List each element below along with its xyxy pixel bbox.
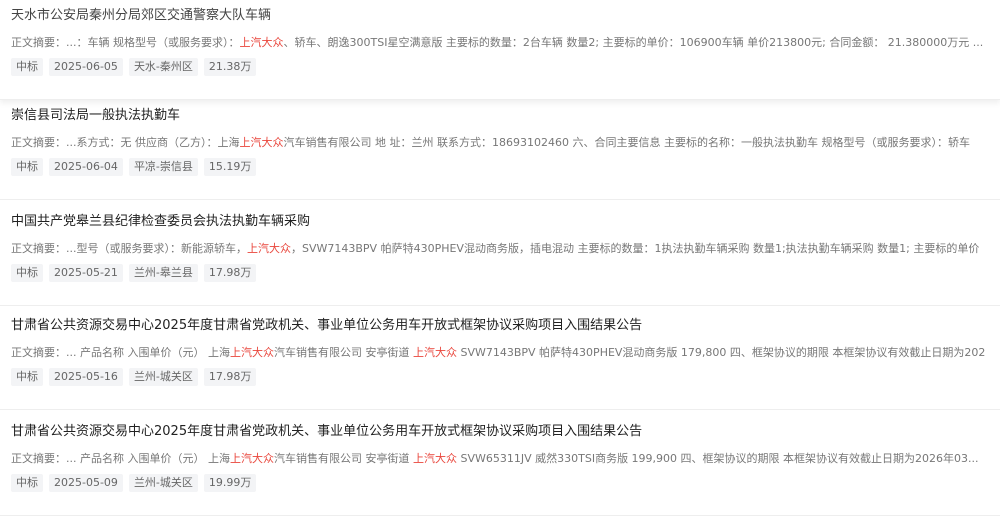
- summary-text: 汽车销售有限公司 地 址：兰州 联系方式：18693102460 六、合同主要信…: [283, 136, 970, 149]
- summary-highlight: 上汽大众: [412, 346, 457, 359]
- item-title-link[interactable]: 甘肃省公共资源交易中心2025年度甘肃省党政机关、事业单位公务用车开放式框架协议…: [11, 317, 642, 335]
- summary-text: SVW65311JV 威然330TSI商务版 199,900 四、框架协议的期限…: [456, 452, 979, 465]
- summary-highlight: 上汽大众: [239, 136, 284, 149]
- list-item[interactable]: 甘肃省公共资源交易中心2025年度甘肃省党政机关、事业单位公务用车开放式框架协议…: [0, 416, 1000, 516]
- item-title-link[interactable]: 天水市公安局秦州分局郊区交通警察大队车辆: [11, 7, 271, 25]
- item-tags: 中标 2025-06-04 平凉-崇信县 15.19万: [11, 157, 262, 177]
- region-tag: 兰州-皋兰县: [128, 264, 198, 282]
- result-list: 天水市公安局秦州分局郊区交通警察大队车辆 正文摘要：...：车辆 规格型号（或服务…: [0, 0, 1000, 526]
- amount-tag: 15.19万: [203, 158, 257, 176]
- amount-tag: 19.99万: [203, 474, 257, 492]
- status-tag: 中标: [11, 264, 43, 282]
- date-tag: 2025-06-04: [49, 158, 123, 176]
- summary-text: ...型号（或服务要求）：新能源轿车，: [66, 242, 247, 255]
- amount-tag: 17.98万: [203, 368, 257, 386]
- date-tag: 2025-05-21: [49, 264, 123, 282]
- summary-prefix: 正文摘要：: [11, 36, 66, 49]
- summary-highlight: 上汽大众: [239, 36, 284, 49]
- item-tags: 中标 2025-05-21 兰州-皋兰县 17.98万: [11, 263, 262, 283]
- summary-text: ...：车辆 规格型号（或服务要求）：: [66, 36, 240, 49]
- region-tag: 天水-秦州区: [128, 58, 198, 76]
- item-tags: 中标 2025-05-09 兰州-城关区 19.99万: [11, 473, 262, 493]
- item-title-link[interactable]: 甘肃省公共资源交易中心2025年度甘肃省党政机关、事业单位公务用车开放式框架协议…: [11, 423, 642, 441]
- date-tag: 2025-05-09: [49, 474, 123, 492]
- summary-prefix: 正文摘要：: [11, 242, 66, 255]
- list-item[interactable]: 中国共产党皋兰县纪律检查委员会执法执勤车辆采购正文摘要：...型号（或服务要求）…: [0, 206, 1000, 306]
- summary-text: ... 产品名称 入围单价（元） 上海: [66, 452, 230, 465]
- item-summary: 正文摘要：...系方式：无 供应商（乙方）：上海上汽大众汽车销售有限公司 地 址…: [11, 135, 999, 151]
- summary-text: 、轿车、朗逸300TSI星空满意版 主要标的数量：2台车辆 数量2; 主要标的单…: [283, 36, 984, 49]
- summary-prefix: 正文摘要：: [11, 136, 66, 149]
- item-tags: 中标 2025-06-05 天水-秦州区 21.38万: [11, 57, 262, 77]
- date-tag: 2025-05-16: [49, 368, 123, 386]
- amount-tag: 17.98万: [203, 264, 257, 282]
- amount-tag: 21.38万: [203, 58, 257, 76]
- summary-text: ... 产品名称 入围单价（元） 上海: [66, 346, 230, 359]
- summary-highlight: 上汽大众: [412, 452, 457, 465]
- item-tags: 中标 2025-05-16 兰州-城关区 17.98万: [11, 367, 262, 387]
- summary-prefix: 正文摘要：: [11, 452, 66, 465]
- summary-highlight: 上汽大众: [247, 242, 291, 255]
- status-tag: 中标: [11, 58, 43, 76]
- item-summary: 正文摘要：... 产品名称 入围单价（元） 上海上汽大众汽车销售有限公司 安亭街…: [11, 345, 999, 361]
- summary-text: 汽车销售有限公司 安亭街道: [273, 346, 413, 359]
- summary-text: ...系方式：无 供应商（乙方）：上海: [66, 136, 240, 149]
- list-item[interactable]: 甘肃省公共资源交易中心2025年度甘肃省党政机关、事业单位公务用车开放式框架协议…: [0, 310, 1000, 410]
- item-title-link[interactable]: 崇信县司法局一般执法执勤车: [11, 107, 180, 125]
- summary-prefix: 正文摘要：: [11, 346, 66, 359]
- status-tag: 中标: [11, 474, 43, 492]
- region-tag: 兰州-城关区: [128, 368, 198, 386]
- summary-highlight: 上汽大众: [229, 346, 274, 359]
- summary-text: 汽车销售有限公司 安亭街道: [273, 452, 413, 465]
- item-title-link[interactable]: 中国共产党皋兰县纪律检查委员会执法执勤车辆采购: [11, 213, 310, 231]
- summary-text: SVW7143BPV 帕萨特430PHEV混动商务版 179,800 四、框架协…: [456, 346, 986, 359]
- summary-text: ，SVW7143BPV 帕萨特430PHEV混动商务版，插电混动 主要标的数量：…: [291, 242, 980, 255]
- item-summary: 正文摘要：...型号（或服务要求）：新能源轿车，上汽大众，SVW7143BPV …: [11, 241, 999, 257]
- item-summary: 正文摘要：... 产品名称 入围单价（元） 上海上汽大众汽车销售有限公司 安亭街…: [11, 451, 999, 467]
- summary-highlight: 上汽大众: [229, 452, 274, 465]
- status-tag: 中标: [11, 158, 43, 176]
- status-tag: 中标: [11, 368, 43, 386]
- region-tag: 兰州-城关区: [128, 474, 198, 492]
- list-item[interactable]: 天水市公安局秦州分局郊区交通警察大队车辆正文摘要：...：车辆 规格型号（或服务…: [0, 0, 1000, 100]
- item-summary: 正文摘要：...：车辆 规格型号（或服务要求）：上汽大众、轿车、朗逸300TSI…: [11, 35, 999, 51]
- list-item[interactable]: 崇信县司法局一般执法执勤车正文摘要：...系方式：无 供应商（乙方）：上海上汽大…: [0, 100, 1000, 200]
- date-tag: 2025-06-05: [49, 58, 123, 76]
- region-tag: 平凉-崇信县: [128, 158, 198, 176]
